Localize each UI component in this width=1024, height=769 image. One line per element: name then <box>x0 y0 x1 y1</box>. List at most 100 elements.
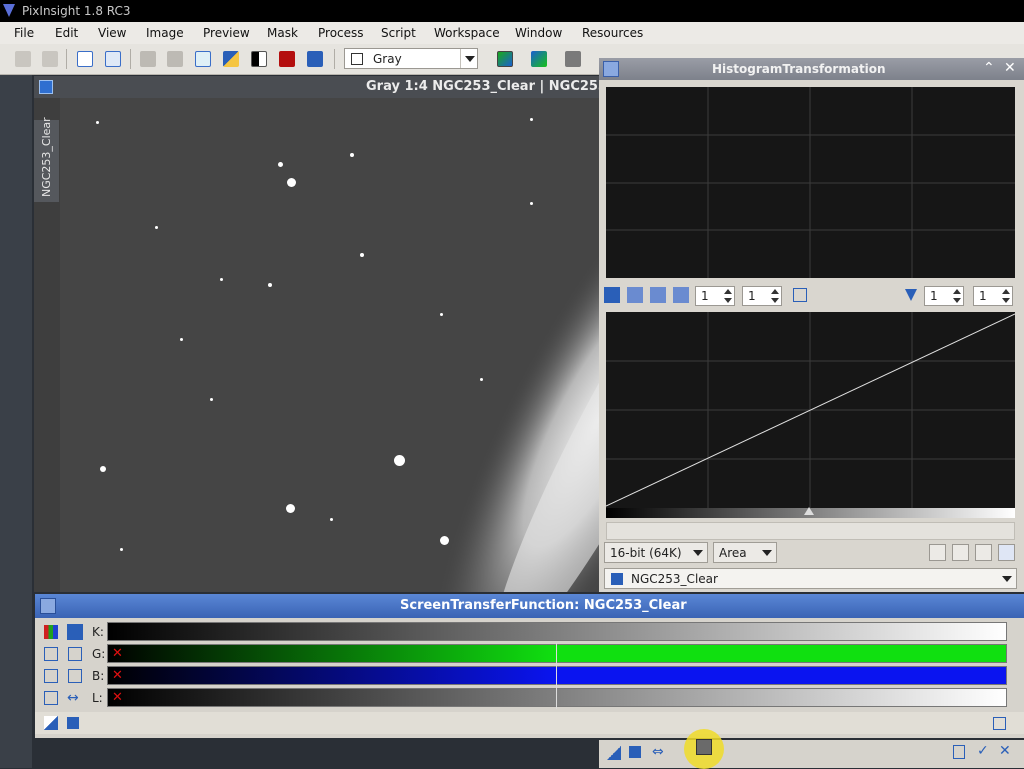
channel-one-icon[interactable] <box>44 647 58 661</box>
close-icon[interactable]: ✕ <box>1004 60 1016 76</box>
resolution-select[interactable]: 16-bit (64K) <box>604 542 708 563</box>
menu-workspace[interactable]: Workspace <box>434 26 500 40</box>
reset-icon[interactable]: ✕ <box>999 743 1011 759</box>
arrow-up-icon[interactable] <box>67 624 83 640</box>
image-view-icon <box>611 573 623 585</box>
color-mode-select[interactable]: Gray <box>344 48 478 69</box>
zoom-out-icon[interactable] <box>650 287 666 303</box>
transfer-curve-button[interactable] <box>975 544 992 561</box>
menu-script[interactable]: Script <box>381 26 416 40</box>
menu-view[interactable]: View <box>98 26 126 40</box>
channel-l-slider[interactable]: ✕ <box>107 687 1007 709</box>
midtones-handle[interactable] <box>556 643 557 665</box>
zoom-x-spinner[interactable]: 1 <box>695 286 735 306</box>
menu-window[interactable]: Window <box>515 26 562 40</box>
channel-b-slider[interactable]: ✕ <box>107 665 1007 687</box>
channel-k-slider[interactable] <box>107 622 1007 641</box>
stf-icon[interactable] <box>307 51 323 67</box>
new-window-icon[interactable] <box>195 51 211 67</box>
new-instance-icon[interactable] <box>44 716 58 730</box>
stf-auto-icon[interactable] <box>696 739 712 755</box>
check-icon[interactable]: ✓ <box>977 743 989 759</box>
redo-icon[interactable] <box>42 51 58 67</box>
channel-g-slider[interactable]: ✕ <box>107 643 1007 665</box>
stf-title-bar[interactable]: ScreenTransferFunction: NGC253_Clear <box>35 594 1024 618</box>
toolbar-separator <box>334 49 335 69</box>
star <box>394 455 405 466</box>
stf-process-icon <box>40 598 56 614</box>
histogram-transformation-window[interactable]: HistogramTransformation ⌃ ✕ 1 1 1 1 16-b… <box>599 58 1024 592</box>
process-control-bar: ⇔ ✓ ✕ <box>599 740 1024 768</box>
apply-global-icon[interactable] <box>629 746 641 758</box>
document-icon[interactable] <box>993 717 1006 730</box>
auto-channel-icon[interactable] <box>44 669 58 683</box>
star <box>440 536 449 545</box>
cascade-icon[interactable] <box>140 51 156 67</box>
undo-icon[interactable] <box>15 51 31 67</box>
grid-toggle-button[interactable] <box>998 544 1015 561</box>
menu-image[interactable]: Image <box>146 26 184 40</box>
minus-icon[interactable] <box>68 669 82 683</box>
document-icon[interactable] <box>953 745 965 759</box>
zoom-in-icon[interactable] <box>627 287 643 303</box>
star <box>287 178 296 187</box>
star <box>220 278 223 281</box>
stf-title: ScreenTransferFunction: NGC253_Clear <box>400 598 687 613</box>
image-canvas[interactable] <box>60 98 600 592</box>
mask-icon[interactable] <box>223 51 239 67</box>
log-graph-button[interactable] <box>929 544 946 561</box>
toolbar-separator <box>130 49 131 69</box>
invert-icon[interactable] <box>251 51 267 67</box>
midtones-slider-handle[interactable] <box>804 507 814 515</box>
identifier-icon[interactable] <box>77 51 93 67</box>
histogram-process-icon <box>603 61 619 77</box>
input-histogram-plot[interactable] <box>606 87 1015 278</box>
output-zoom-x-spinner[interactable]: 1 <box>924 286 964 306</box>
tile-icon[interactable] <box>167 51 183 67</box>
output-histogram-plot[interactable] <box>606 312 1015 508</box>
one-to-one-icon[interactable] <box>793 288 807 302</box>
menu-file[interactable]: File <box>14 26 34 40</box>
plus-icon[interactable] <box>68 647 82 661</box>
channel-split-icon[interactable] <box>565 51 581 67</box>
new-instance-icon[interactable] <box>607 746 621 760</box>
channel-k-label: K: <box>92 625 104 639</box>
menu-resources[interactable]: Resources <box>582 26 643 40</box>
menu-edit[interactable]: Edit <box>55 26 78 40</box>
chevron-down-icon <box>460 49 477 68</box>
menu-mask[interactable]: Mask <box>267 26 298 40</box>
histogram-title-bar[interactable]: HistogramTransformation ⌃ ✕ <box>599 58 1024 80</box>
channel-icon[interactable] <box>531 51 547 67</box>
screen-transfer-function-window[interactable]: ScreenTransferFunction: NGC253_Clear K: … <box>35 594 1024 738</box>
midtones-handle[interactable] <box>556 665 557 687</box>
disabled-x-icon: ✕ <box>112 690 123 705</box>
image-side-tab-label: NGC253_Clear <box>40 117 53 197</box>
clone-icon[interactable] <box>105 51 121 67</box>
midtones-handle[interactable] <box>556 687 557 709</box>
image-side-tab[interactable]: NGC253_Clear <box>34 117 59 202</box>
show-mask-icon[interactable] <box>279 51 295 67</box>
graph-style-select[interactable]: Area <box>713 542 777 563</box>
zoom-y-spinner[interactable]: 1 <box>742 286 782 306</box>
mouse-cursor-highlight <box>684 729 724 769</box>
chevron-down-icon <box>693 550 703 556</box>
menu-process[interactable]: Process <box>318 26 364 40</box>
zoom-y-value: 1 <box>748 289 756 303</box>
output-zoom-y-spinner[interactable]: 1 <box>973 286 1013 306</box>
rgb-channels-icon[interactable] <box>497 51 513 67</box>
cursor-mode-icon[interactable] <box>604 287 620 303</box>
horizontal-arrows-icon[interactable]: ↔ <box>67 691 81 705</box>
menu-preview[interactable]: Preview <box>203 26 250 40</box>
minimize-icon[interactable]: ⌃ <box>983 60 995 76</box>
chevron-double-down-icon[interactable] <box>905 289 917 301</box>
star <box>440 313 443 316</box>
view-select[interactable]: NGC253_Clear <box>604 568 1017 589</box>
grid-icon[interactable] <box>44 691 58 705</box>
real-time-preview-icon[interactable]: ⇔ <box>652 744 664 760</box>
cumulative-graph-button[interactable] <box>952 544 969 561</box>
pan-icon[interactable] <box>673 287 689 303</box>
rgb-link-icon[interactable] <box>44 625 58 639</box>
apply-global-icon[interactable] <box>67 717 79 729</box>
disabled-x-icon: ✕ <box>112 668 123 683</box>
image-window-title-bar[interactable]: Gray 1:4 NGC253_Clear | NGC253_Clear <box>34 76 652 98</box>
